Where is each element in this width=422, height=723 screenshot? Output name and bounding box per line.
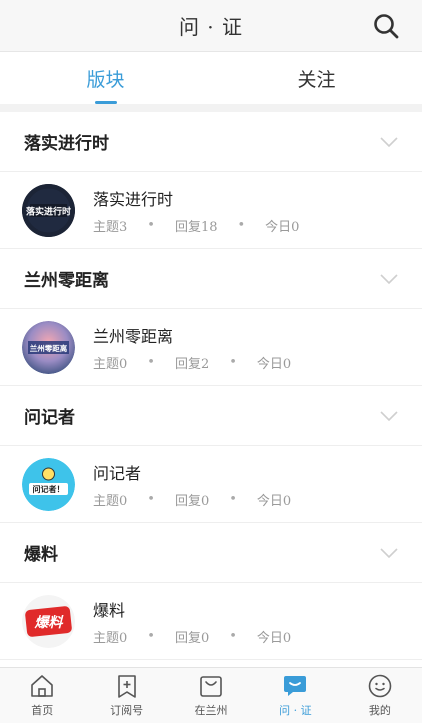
- forum-name: 兰州零距离: [93, 326, 174, 346]
- forum-avatar-image: 落实进行时: [22, 183, 75, 237]
- forum-avatar: 爆料: [22, 594, 75, 648]
- forum-avatar-image: 问记者！: [22, 457, 75, 511]
- avatar-label: 落实进行时: [26, 205, 71, 217]
- section-header[interactable]: 落实进行时: [0, 112, 422, 172]
- nav-mine-label: 我的: [368, 704, 391, 717]
- page-title: 问 · 证: [178, 15, 244, 39]
- today-count: 今日0: [256, 356, 292, 372]
- nav-subscriptions[interactable]: 订阅号: [84, 668, 168, 723]
- avatar-label: 爆料: [34, 614, 65, 631]
- app-root: 问 · 证 版块 关注 落实进行时 落实进行时 落实进行时 主题3 • 回复18…: [0, 0, 422, 723]
- chevron-down-icon[interactable]: [380, 273, 398, 284]
- topics-count: 主题0: [93, 356, 128, 372]
- section-header[interactable]: 问记者: [0, 386, 422, 446]
- nav-home-label: 首页: [31, 704, 54, 717]
- forum-avatar: 问记者！: [22, 457, 75, 511]
- list-item[interactable]: 问记者！ 问记者 主题0 • 回复0 • 今日0: [0, 446, 422, 523]
- separator-dot: •: [237, 217, 246, 233]
- search-icon[interactable]: [372, 12, 400, 40]
- today-count: 今日0: [256, 493, 292, 509]
- avatar-label: 问记者！: [33, 484, 65, 494]
- forum-info: 问记者 主题0 • 回复0 • 今日0: [93, 460, 291, 509]
- forum-avatar-image: 兰州零距离: [22, 320, 75, 374]
- forum-list: 落实进行时 落实进行时 落实进行时 主题3 • 回复18 • 今日0 兰州零距离…: [0, 112, 422, 667]
- chevron-down-icon[interactable]: [380, 136, 398, 147]
- tab-bar: 版块 关注: [0, 52, 422, 104]
- forum-avatar-image: 爆料: [22, 594, 75, 648]
- nav-in-lanzhou[interactable]: 在兰州: [169, 668, 253, 723]
- topics-count: 主题0: [93, 630, 128, 646]
- forum-name: 爆料: [93, 600, 126, 620]
- tab-sections-label: 版块: [86, 68, 125, 91]
- chevron-down-icon[interactable]: [380, 410, 398, 421]
- separator-dot: •: [229, 628, 237, 644]
- forum-info: 兰州零距离 主题0 • 回复2 • 今日0: [93, 323, 291, 372]
- list-item[interactable]: 爆料 爆料 主题0 • 回复0 • 今日0: [0, 583, 422, 660]
- home-icon: [31, 675, 54, 697]
- section-header[interactable]: 爆料: [0, 523, 422, 583]
- chevron-down-icon[interactable]: [380, 547, 398, 558]
- section-title: 问记者: [24, 408, 75, 428]
- separator-dot: •: [229, 354, 237, 370]
- forum-stats: 主题0 • 回复0 • 今日0: [93, 490, 291, 509]
- separator-dot: •: [147, 354, 155, 370]
- nav-subscriptions-label: 订阅号: [110, 704, 144, 717]
- tab-following[interactable]: 关注: [211, 52, 422, 104]
- separator-dot: •: [147, 217, 155, 233]
- bottom-nav: 首页 订阅号 在兰州 问 · 证 我的: [0, 667, 422, 723]
- replies-count: 回复2: [174, 356, 210, 372]
- today-count: 今日0: [256, 630, 292, 646]
- section-title: 兰州零距离: [24, 271, 109, 291]
- topics-count: 主题0: [93, 493, 128, 509]
- list-item[interactable]: 兰州零距离 兰州零距离 主题0 • 回复2 • 今日0: [0, 309, 422, 386]
- tab-sections[interactable]: 版块: [0, 52, 211, 104]
- forum-name: 问记者: [93, 463, 142, 483]
- forum-avatar: 兰州零距离: [22, 320, 75, 374]
- forum-info: 爆料 主题0 • 回复0 • 今日0: [93, 597, 291, 646]
- section-header[interactable]: 兰州零距离: [0, 249, 422, 309]
- subscribe-icon: [117, 675, 136, 698]
- nav-in-lanzhou-label: 在兰州: [194, 704, 228, 717]
- section-title: 爆料: [24, 545, 58, 565]
- top-bar: 问 · 证: [0, 0, 422, 52]
- chat-icon: [284, 676, 307, 696]
- topics-count: 主题3: [93, 219, 128, 235]
- avatar-label: 兰州零距离: [30, 343, 68, 353]
- bag-icon: [200, 676, 222, 697]
- list-item[interactable]: 落实进行时 落实进行时 主题3 • 回复18 • 今日0: [0, 172, 422, 249]
- nav-ask-label: 问 · 证: [279, 704, 312, 717]
- separator-dot: •: [147, 628, 155, 644]
- forum-name: 落实进行时: [93, 189, 174, 209]
- today-count: 今日0: [265, 219, 300, 235]
- replies-count: 回复18: [174, 219, 218, 235]
- forum-avatar: 落实进行时: [22, 183, 75, 237]
- separator-dot: •: [147, 491, 155, 507]
- forum-stats: 主题0 • 回复0 • 今日0: [93, 627, 291, 646]
- forum-info: 落实进行时 主题3 • 回复18 • 今日0: [93, 186, 299, 235]
- forum-stats: 主题3 • 回复18 • 今日0: [93, 216, 299, 235]
- replies-count: 回复0: [174, 493, 210, 509]
- nav-mine[interactable]: 我的: [338, 668, 422, 723]
- forum-stats: 主题0 • 回复2 • 今日0: [93, 353, 291, 372]
- nav-home[interactable]: 首页: [0, 668, 84, 723]
- tab-following-label: 关注: [297, 68, 336, 91]
- replies-count: 回复0: [174, 630, 210, 646]
- separator-dot: •: [229, 491, 237, 507]
- smile-icon: [368, 674, 392, 698]
- section-title: 落实进行时: [24, 134, 109, 154]
- nav-ask[interactable]: 问 · 证: [253, 668, 337, 723]
